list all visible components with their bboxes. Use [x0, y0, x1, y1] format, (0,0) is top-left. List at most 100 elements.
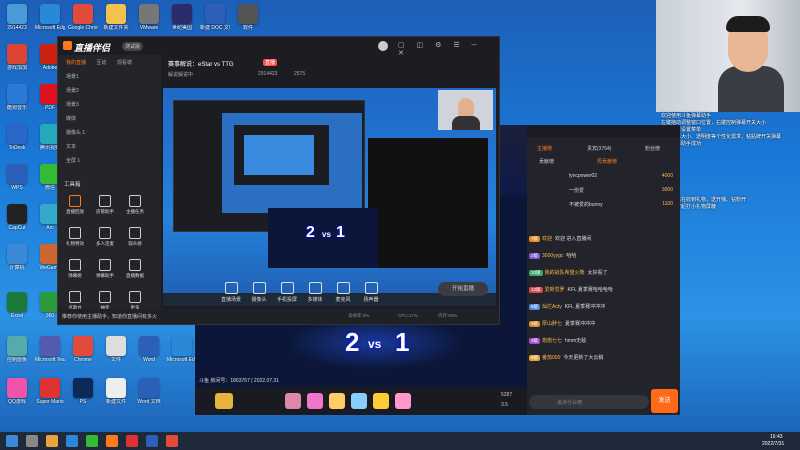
desktop-icon[interactable]: Chrome [68, 336, 98, 363]
desktop-icon-label: 世纪美国 [171, 25, 192, 31]
tool-item[interactable]: 弹幕姬 [64, 259, 86, 279]
tool-item[interactable]: 抽奖 [94, 291, 116, 311]
app-icon [7, 84, 27, 104]
rank-name: 一份爱 [569, 188, 585, 194]
app-icon [139, 378, 159, 398]
rank-row[interactable]: 一份爱 3000 [529, 187, 677, 198]
live-companion-icon[interactable] [106, 435, 118, 447]
tool-item[interactable]: 弹幕助手 [94, 259, 116, 279]
chat-tab-2[interactable]: 粉丝榜 [645, 145, 660, 152]
desktop-icon[interactable]: Google Chrome [68, 4, 98, 31]
scene-item[interactable]: 场景3 [66, 101, 156, 110]
tool-item[interactable]: 房管助手 [94, 195, 116, 215]
desktop-icon-label: QQ游戏 [8, 399, 26, 405]
tool-item[interactable]: 多人连麦 [94, 227, 116, 247]
game-icon[interactable] [126, 435, 138, 447]
scene-item[interactable]: 场景1 [66, 73, 156, 82]
desktop-icon[interactable]: CapCut [2, 204, 32, 231]
control-button[interactable]: 多媒体 [302, 282, 328, 303]
rank-row[interactable]: lyncpower02 4000 [529, 173, 677, 184]
desktop-icon[interactable]: Microsoft Teams [35, 336, 65, 363]
app-icon [106, 4, 126, 24]
chat-subtab-1[interactable]: 周贡献榜 [597, 158, 617, 165]
tab-interact[interactable]: 互动 [96, 60, 106, 66]
desktop-icon[interactable]: Excel [2, 292, 32, 319]
control-button[interactable]: 直播场景 [218, 282, 244, 303]
desktop-icon[interactable]: VMware [134, 4, 164, 31]
search-icon[interactable] [26, 435, 38, 447]
desktop-icon[interactable]: 世纪美国 [167, 4, 197, 31]
version-badge: 测试版 [122, 42, 144, 51]
chat-username[interactable]: 厚山胖七 [542, 321, 562, 327]
chat-username[interactable]: 爱新觉罗 [545, 287, 565, 293]
edge-icon[interactable] [66, 435, 78, 447]
chat-tab-0[interactable]: 主播榜 [537, 145, 552, 152]
app-icon [106, 378, 126, 398]
desktop-icon[interactable]: WPS [2, 164, 32, 191]
avatar[interactable] [378, 41, 388, 51]
tool-item[interactable]: 直播数据 [124, 259, 146, 279]
scene-item[interactable]: 媒体 [66, 115, 156, 124]
chat-username[interactable]: 3000yygc [542, 253, 563, 259]
desktop-icon[interactable]: 文件 [101, 336, 131, 363]
desktop-icon[interactable]: PS [68, 378, 98, 405]
desktop-icon[interactable]: Super Mario [35, 378, 65, 405]
scene-item[interactable]: 全屏 1 [66, 157, 156, 166]
desktop-icon[interactable]: 新建文件 [101, 378, 131, 405]
desktop-icon[interactable]: 新建文件夹 [101, 4, 131, 31]
desktop-icon[interactable]: 游戏加加 [2, 44, 32, 71]
start-live-button[interactable]: 开始直播 [438, 282, 488, 296]
tool-item[interactable]: 直播回放 [64, 195, 86, 215]
tab-my-live[interactable]: 我的直播 [66, 60, 86, 66]
scene-item[interactable]: 文本 [66, 143, 156, 152]
rank-row[interactable]: 不被爱的bunny 1100 [529, 201, 677, 212]
send-button[interactable]: 发送 [651, 389, 678, 413]
chat-username[interactable]: 欢迎 [542, 236, 552, 242]
word-icon[interactable] [146, 435, 158, 447]
windows-start-icon[interactable] [6, 435, 18, 447]
desktop-icon[interactable]: Word 文档 [134, 378, 164, 405]
wechat-icon[interactable] [86, 435, 98, 447]
danmu-helper-notice: 欢迎使用斗鱼弹幕助手 左键拖动调整窗口位置，右键控制弹幕开关大小 右上角有设置菜… [661, 113, 782, 147]
tool-item[interactable]: 主播任务 [124, 195, 146, 215]
scene-item[interactable]: 摄像头 1 [66, 129, 156, 138]
desktop-icon[interactable]: QQ游戏 [2, 378, 32, 405]
chat-username[interactable]: 炮炮七七 [542, 338, 562, 344]
chat-message: 2级 3000yygc 哈哈 [529, 252, 677, 263]
tool-item[interactable]: 礼物特效 [64, 227, 86, 247]
chat-username[interactable]: 番茄000 [542, 355, 560, 361]
desktop-icon[interactable]: 新建 DOC 文档 [200, 4, 230, 31]
desktop-icon[interactable]: 酷狗音乐 [2, 84, 32, 111]
tool-item[interactable]: 点歌台 [64, 291, 86, 311]
scene-item[interactable]: 场景2 [66, 87, 156, 96]
app-icon [7, 124, 27, 144]
chat-subtab-0[interactable]: 贡献榜 [539, 158, 554, 165]
control-button[interactable]: 扬声器 [358, 282, 384, 303]
desktop-icon[interactable]: 2914423 [2, 4, 32, 31]
control-button[interactable]: 手机投屏 [274, 282, 300, 303]
chrome-icon[interactable] [166, 435, 178, 447]
chat-username[interactable]: 我的战队希望火熊 [545, 270, 585, 276]
window-controls[interactable]: ▢ ◫ ⚙ ☰ ─ ✕ [398, 41, 499, 57]
desktop-icon[interactable]: 软件 [233, 4, 263, 31]
control-icon [280, 282, 294, 294]
tool-item[interactable]: 观众榜 [124, 227, 146, 247]
tab-viewer[interactable]: 观看端 [117, 60, 132, 66]
desktop-icon[interactable]: Microsoft Edge [35, 4, 65, 31]
app-icon [205, 4, 225, 24]
tool-icon [69, 291, 81, 303]
chat-tab-1[interactable]: 贵宾(3764) [587, 145, 611, 152]
file-explorer-icon[interactable] [46, 435, 58, 447]
desktop-icon[interactable]: ToDesk [2, 124, 32, 151]
desktop-icon[interactable]: Microsoft Edge [167, 336, 197, 363]
app-icon [172, 4, 192, 24]
desktop-icon[interactable]: 计算机 [2, 244, 32, 271]
tool-item[interactable]: 更多 [124, 291, 146, 311]
chat-username[interactable]: 灿烂Acty [542, 304, 562, 310]
desktop-icon[interactable]: Word [134, 336, 164, 363]
control-button[interactable]: 麦克风 [330, 282, 356, 303]
app-icon [7, 244, 27, 264]
control-button[interactable]: 摄像头 [246, 282, 272, 303]
chat-input[interactable]: 说点什么吧 [529, 395, 649, 409]
desktop-icon[interactable]: 控制面板 [2, 336, 32, 363]
